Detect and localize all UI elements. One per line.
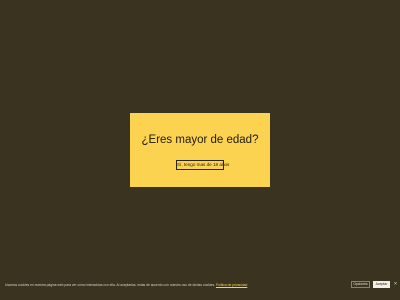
- cookie-options-button[interactable]: Opciones: [351, 281, 370, 288]
- age-confirm-button[interactable]: Sí, tengo mas de 18 años: [176, 160, 229, 170]
- privacy-policy-link[interactable]: Política de privacidad: [216, 283, 247, 287]
- close-icon[interactable]: ✕: [393, 281, 398, 288]
- cookie-message: Usamos cookies en nuestra página web par…: [5, 283, 247, 287]
- cookie-message-text: Usamos cookies en nuestra página web par…: [5, 283, 216, 287]
- cookie-banner: Usamos cookies en nuestra página web par…: [0, 270, 400, 300]
- cookie-accept-button[interactable]: Aceptar: [373, 281, 390, 288]
- age-verification-modal: ¿Eres mayor de edad? Sí, tengo mas de 18…: [130, 113, 270, 187]
- age-question-heading: ¿Eres mayor de edad?: [141, 134, 259, 146]
